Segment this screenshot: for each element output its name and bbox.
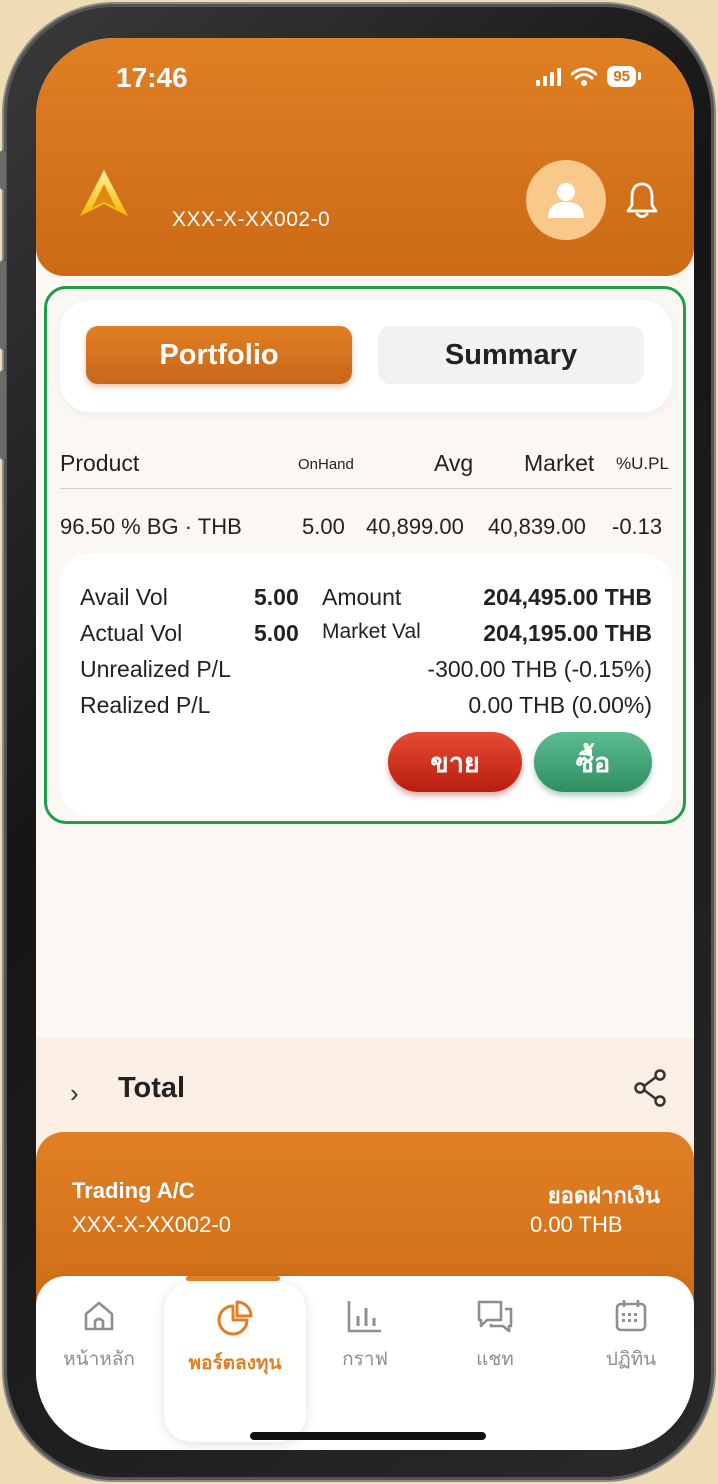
- buy-button[interactable]: ซื้อ: [534, 732, 652, 792]
- cell-avg: 40,899.00: [366, 514, 464, 539]
- brand-logo-icon: [80, 170, 128, 216]
- bottom-nav: หน้าหลัก พอร์ตลงทุน กราฟ แชท ปฏิทิน: [36, 1276, 694, 1450]
- app-screen: 17:46 95 XXX-X-XX002-0 Portfolio Summary…: [36, 38, 694, 1450]
- deposit-label: ยอดฝากเงิน: [547, 1183, 660, 1208]
- bar-chart-icon: [347, 1301, 381, 1333]
- column-header-avg: Avg: [434, 450, 474, 476]
- nav-label-home: หน้าหลัก: [63, 1349, 135, 1370]
- column-header-product: Product: [60, 450, 140, 476]
- home-icon: [84, 1301, 114, 1331]
- tab-bar: Portfolio Summary: [60, 300, 672, 412]
- column-header-upl: %U.PL: [616, 454, 669, 473]
- share-icon[interactable]: [632, 1068, 668, 1108]
- battery-icon: 95: [607, 66, 641, 87]
- wifi-icon: [571, 67, 598, 86]
- signal-icon: [536, 67, 562, 86]
- nav-active-indicator: [186, 1276, 280, 1281]
- nav-label-chat: แชท: [476, 1349, 514, 1370]
- nav-label-chart: กราฟ: [342, 1349, 388, 1370]
- market-val-label: Market Val: [322, 620, 421, 643]
- chevron-right-icon: ›: [70, 1078, 79, 1108]
- realized-pl-label: Realized P/L: [80, 692, 211, 718]
- market-val-value: 204,195.00 THB: [483, 620, 652, 646]
- app-header: 17:46 95 XXX-X-XX002-0: [36, 38, 694, 276]
- unrealized-pl-label: Unrealized P/L: [80, 656, 231, 682]
- realized-pl-value: 0.00 THB (0.00%): [468, 692, 652, 718]
- trading-account-number: XXX-X-XX002-0: [72, 1212, 231, 1237]
- cell-upl: -0.13: [612, 514, 663, 539]
- avail-vol-label: Avail Vol: [80, 584, 168, 610]
- nav-item-portfolio[interactable]: พอร์ตลงทุน: [180, 1298, 290, 1378]
- deposit-value: 0.00 THB: [530, 1212, 623, 1237]
- table-divider: [60, 488, 672, 489]
- bell-icon[interactable]: [624, 180, 660, 220]
- position-detail-card: Avail Vol 5.00 Amount 204,495.00 THB Act…: [60, 554, 672, 816]
- avatar[interactable]: [526, 160, 606, 240]
- table-row[interactable]: 96.50 % BG · THB 5.00 40,899.00 40,839.0…: [60, 514, 672, 546]
- avail-vol-value: 5.00: [254, 584, 299, 610]
- actual-vol-value: 5.00: [254, 620, 299, 646]
- nav-item-calendar[interactable]: ปฏิทิน: [576, 1298, 686, 1374]
- amount-value: 204,495.00 THB: [483, 584, 652, 610]
- user-icon: [548, 183, 584, 218]
- table-header: Product OnHand Avg Market %U.PL: [60, 450, 672, 486]
- nav-label-calendar: ปฏิทิน: [605, 1349, 657, 1370]
- calendar-icon: [615, 1300, 647, 1332]
- tab-portfolio[interactable]: Portfolio: [86, 326, 352, 384]
- volume-down-button: [0, 370, 6, 460]
- sell-button[interactable]: ขาย: [388, 732, 522, 792]
- mute-switch: [0, 150, 6, 190]
- nav-item-chart[interactable]: กราฟ: [310, 1298, 420, 1374]
- nav-item-chat[interactable]: แชท: [440, 1298, 550, 1374]
- cell-market: 40,839.00: [488, 514, 586, 539]
- nav-item-home[interactable]: หน้าหลัก: [44, 1298, 154, 1374]
- tab-summary[interactable]: Summary: [378, 326, 644, 384]
- actual-vol-label: Actual Vol: [80, 620, 183, 646]
- home-indicator[interactable]: [250, 1432, 486, 1440]
- column-header-onhand: OnHand: [298, 456, 354, 473]
- trading-account-title: Trading A/C: [72, 1178, 195, 1203]
- column-header-market: Market: [524, 450, 595, 476]
- account-number[interactable]: XXX-X-XX002-0: [172, 208, 330, 232]
- unrealized-pl-value: -300.00 THB (-0.15%): [427, 656, 652, 682]
- status-time: 17:46: [116, 62, 188, 93]
- cell-onhand: 5.00: [302, 514, 345, 539]
- status-icons: 95: [536, 66, 641, 87]
- pie-chart-icon: [217, 1300, 253, 1336]
- volume-up-button: [0, 260, 6, 350]
- nav-label-portfolio: พอร์ตลงทุน: [188, 1353, 282, 1374]
- cell-product: 96.50 % BG · THB: [60, 514, 242, 539]
- amount-label: Amount: [322, 584, 402, 610]
- total-label: Total: [118, 1072, 186, 1104]
- chat-icon: [477, 1300, 513, 1333]
